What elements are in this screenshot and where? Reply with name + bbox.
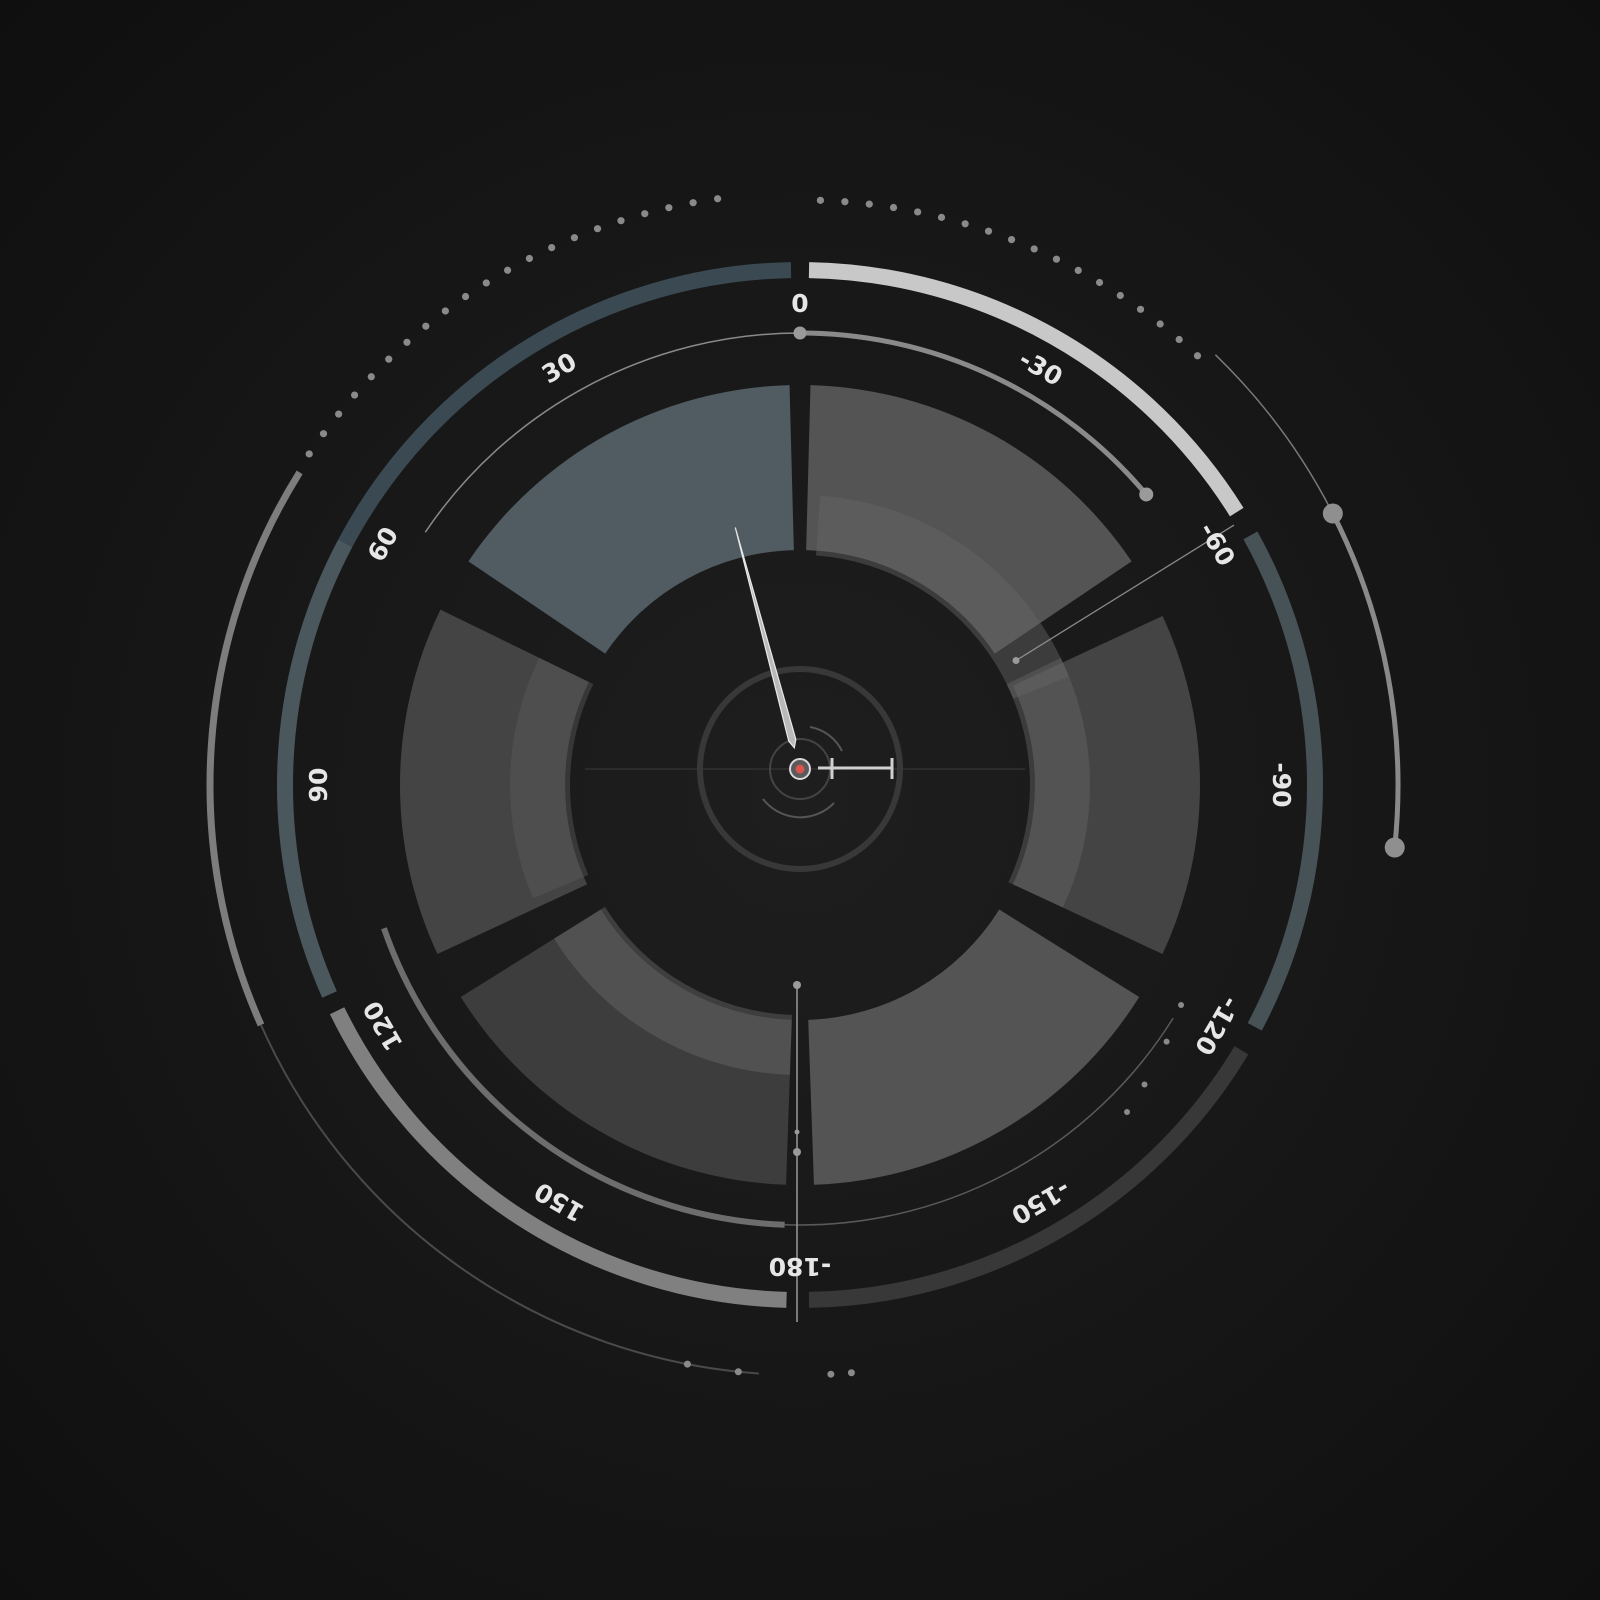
dotted-arc-dot: [841, 198, 849, 206]
sector-bottom-right: [808, 909, 1140, 1185]
dotted-arc-dot: [548, 243, 556, 252]
dotted-arc-dot: [1095, 278, 1104, 287]
dotted-arc-dot: [482, 279, 490, 287]
dotted-arc-dot: [984, 227, 993, 235]
outer-right-thin-arc: [1214, 354, 1334, 514]
label-0: 0: [791, 289, 808, 318]
dial-needle: [734, 527, 811, 780]
dotted-arc-dot: [461, 292, 470, 301]
hub-inner-arc: [809, 726, 843, 752]
dotted-arc-dot: [319, 430, 328, 438]
bottom-line-dot: [794, 1129, 800, 1135]
dotted-arc-dot: [1030, 245, 1038, 253]
outer-right-arc: [1330, 512, 1401, 848]
dotted-arc-dot: [593, 225, 602, 233]
dotted-arc-dot: [665, 204, 673, 212]
dotted-arc-dot: [617, 217, 625, 225]
dotted-arc-dot: [914, 208, 922, 216]
dotted-arc-dot: [570, 234, 579, 242]
trail-dot: [847, 1369, 855, 1377]
dotted-arc-dot: [422, 322, 430, 330]
dotted-arc-dot: [385, 355, 393, 363]
dotted-arc-dot: [689, 199, 697, 207]
label-neg180: -180: [769, 1252, 832, 1281]
dial-screen: 0 -30 -60 -90 -120 -150 -180 150 120 90 …: [0, 0, 1600, 1600]
label-neg30: -30: [1014, 344, 1068, 392]
needle-pointer: [734, 527, 797, 750]
trail-dot: [683, 1360, 691, 1368]
dotted-arc-dot: [305, 450, 313, 458]
sector-top-left: [468, 385, 794, 654]
lower-right-dot: [1163, 1038, 1170, 1045]
bottom-line-dot: [793, 1148, 801, 1156]
dotted-arc-dot: [961, 220, 969, 228]
dial-rings: [206, 195, 1405, 1378]
needle-pivot-dot: [795, 764, 805, 774]
dotted-arc-dot: [1136, 305, 1145, 313]
dotted-arc-dot: [1116, 291, 1124, 300]
dotted-arc-dot: [641, 210, 649, 218]
trail-dot: [827, 1370, 835, 1378]
dotted-arc-dot: [1156, 320, 1164, 328]
dotted-arc-dot: [937, 213, 946, 221]
dotted-arc-dot: [350, 391, 359, 399]
dotted-arc-dot: [1007, 235, 1016, 244]
bottom-line-dot: [793, 981, 801, 989]
dotted-arc-dot: [865, 200, 873, 208]
lower-right-dot: [1141, 1081, 1148, 1088]
dotted-arc-dot: [503, 266, 512, 274]
dotted-arc-dot: [335, 410, 343, 418]
dotted-arc-dot: [441, 307, 449, 315]
dotted-arc-dot: [816, 196, 825, 204]
dotted-arc-dot: [889, 203, 898, 212]
label-90: 90: [304, 768, 333, 803]
trail-dot: [734, 1368, 742, 1376]
lower-right-dot: [1124, 1109, 1131, 1116]
inner-scale-knob: [793, 326, 807, 340]
dotted-arc-dot: [714, 195, 722, 203]
label-60: 60: [362, 522, 405, 567]
lower-right-dot: [1178, 1002, 1185, 1008]
outer-right-knob: [1384, 837, 1405, 858]
dotted-arc-dot: [1052, 255, 1061, 263]
dotted-arc-dot: [1074, 266, 1082, 275]
dotted-arc-dot: [403, 338, 411, 346]
hub-inner-arc: [762, 798, 835, 819]
heading-dial: 0 -30 -60 -90 -120 -150 -180 150 120 90 …: [206, 195, 1405, 1378]
outer-right-knob: [1322, 503, 1343, 524]
label-30: 30: [537, 347, 582, 390]
inner-scale-knob: [1139, 487, 1154, 502]
pointer-dot: [1012, 657, 1020, 665]
dotted-arc-dot: [1193, 352, 1202, 360]
label-neg90: -90: [1267, 762, 1296, 807]
dotted-arc-dot: [1175, 335, 1183, 344]
dotted-arc-dot: [367, 373, 375, 381]
dotted-arc-dot: [525, 254, 533, 263]
